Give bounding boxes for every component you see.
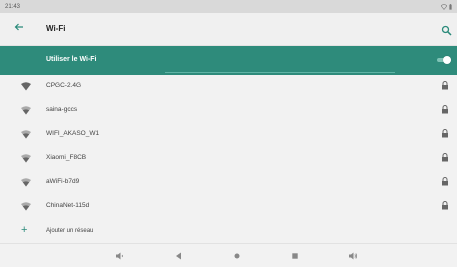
network-row[interactable]: aWiFi-b7d9 [0,171,457,194]
plus-icon: + [21,224,28,236]
battery-icon [449,3,452,10]
wifi-toggle[interactable] [437,56,451,64]
wifi-master-label: Utiliser le Wi-Fi [46,56,97,63]
network-row[interactable]: Xiaomi_F8CB [0,147,457,170]
status-icons [441,3,452,10]
wifi-signal-icon [21,154,31,163]
wifi-signal-icon [21,202,31,211]
app-bar: Wi-Fi [0,13,457,46]
wifi-signal-icon [21,178,31,187]
network-ssid: ChinaNet-115d [46,202,90,209]
network-ssid: Xiaomi_F8CB [46,154,87,161]
lock-icon [442,105,448,114]
back-arrow-icon[interactable] [14,22,24,34]
wifi-signal-icon [21,82,31,91]
wifi-master-switch-row[interactable]: Utiliser le Wi-Fi [0,46,457,75]
back-icon[interactable] [173,251,185,262]
volume-down-icon[interactable] [114,251,126,262]
status-time: 21:43 [5,3,21,10]
add-network-row[interactable]: + Ajouter un réseau [0,220,457,243]
toggle-knob [443,56,451,64]
navigation-bar [0,246,457,267]
lock-icon [442,153,448,162]
lock-icon [442,129,448,138]
wifi-signal-icon [21,130,31,139]
network-ssid: CPGC-2.4G [46,82,82,89]
wifi-icon [441,3,447,10]
lock-icon [442,201,448,210]
home-icon[interactable] [231,251,243,262]
network-row[interactable]: ChinaNet-115d [0,195,457,218]
status-bar: 21:43 [0,0,457,13]
network-row[interactable]: saina-gccs [0,99,457,122]
network-row[interactable]: CPGC-2.4G [0,75,457,98]
volume-up-icon[interactable] [347,251,359,262]
network-ssid: saina-gccs [46,106,78,113]
recents-icon[interactable] [289,251,301,262]
add-network-label: Ajouter un réseau [46,228,94,234]
network-ssid: aWiFi-b7d9 [46,178,80,185]
search-icon[interactable] [441,23,452,36]
divider [0,243,457,244]
lock-icon [442,177,448,186]
page-title: Wi-Fi [46,24,66,33]
wifi-signal-icon [21,106,31,115]
progress-indicator [165,72,395,73]
network-ssid: WIFI_AKASO_W1 [46,130,100,137]
network-row[interactable]: WIFI_AKASO_W1 [0,123,457,146]
lock-icon [442,81,448,90]
